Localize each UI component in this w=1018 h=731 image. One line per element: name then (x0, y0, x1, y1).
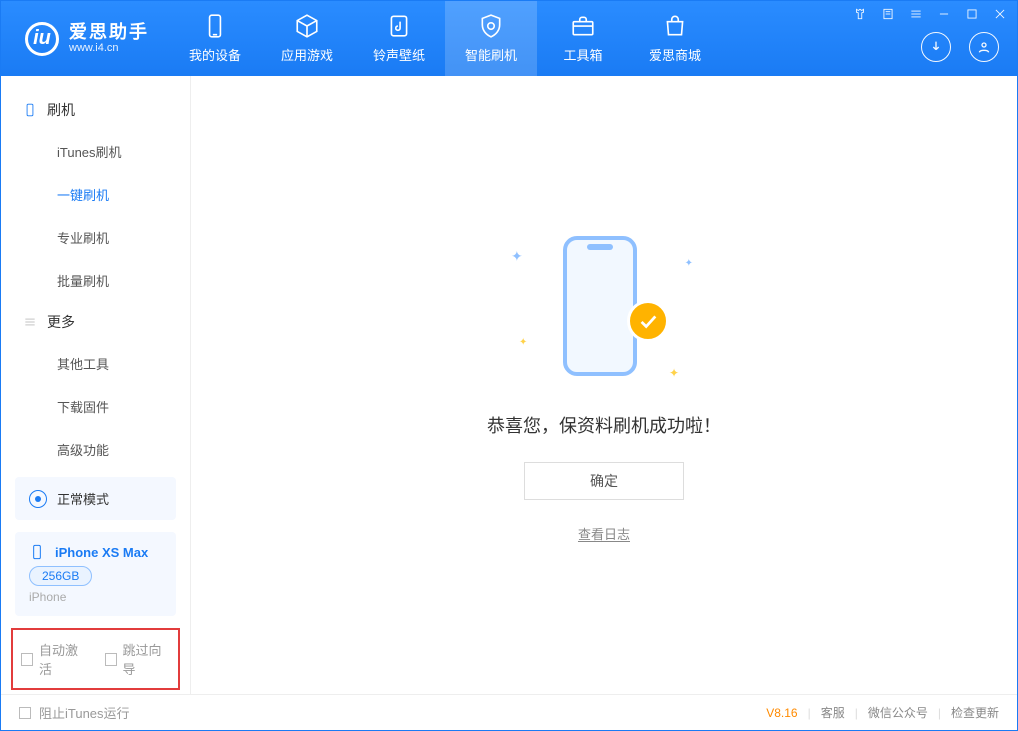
minimize-icon[interactable] (937, 7, 951, 21)
link-support[interactable]: 客服 (821, 704, 845, 721)
logo-icon: iu (25, 22, 59, 56)
tab-label: 应用游戏 (281, 45, 333, 64)
menu-icon[interactable] (909, 7, 923, 21)
cube-icon (294, 13, 320, 39)
main-tabs: 我的设备 应用游戏 铃声壁纸 智能刷机 工具箱 爱思商城 (169, 1, 721, 76)
options-highlight: 自动激活 跳过向导 (11, 628, 180, 690)
sidebar-item-download-firmware[interactable]: 下载固件 (1, 385, 190, 428)
header-right-icons (921, 32, 999, 62)
sidebar-item-batch-flash[interactable]: 批量刷机 (1, 259, 190, 302)
device-name: iPhone XS Max (55, 545, 148, 560)
app-window: iu 爱思助手 www.i4.cn 我的设备 应用游戏 铃声壁纸 智能刷机 (0, 0, 1018, 731)
bag-icon (662, 13, 688, 39)
tab-label: 工具箱 (563, 45, 602, 64)
toolbox-icon (570, 13, 596, 39)
tab-label: 智能刷机 (465, 45, 517, 64)
checkbox-skip-guide[interactable]: 跳过向导 (105, 640, 171, 678)
mode-dot-icon (29, 490, 47, 508)
titlebar: iu 爱思助手 www.i4.cn 我的设备 应用游戏 铃声壁纸 智能刷机 (1, 1, 1017, 76)
device-card[interactable]: iPhone XS Max 256GB iPhone (15, 532, 176, 616)
tab-label: 爱思商城 (649, 45, 701, 64)
device-capacity: 256GB (29, 566, 92, 586)
app-url: www.i4.cn (69, 42, 149, 54)
sparkle-icon: ✦ (669, 366, 679, 380)
note-icon[interactable] (881, 7, 895, 21)
sparkle-icon: ✦ (685, 258, 693, 269)
mode-label: 正常模式 (57, 489, 109, 508)
list-icon (23, 315, 37, 329)
view-log-link[interactable]: 查看日志 (578, 524, 630, 543)
phone-illustration-icon (563, 236, 637, 376)
device-icon (202, 13, 228, 39)
tab-label: 铃声壁纸 (373, 45, 425, 64)
section-more: 更多 (1, 302, 190, 342)
sidebar-item-oneclick-flash[interactable]: 一键刷机 (1, 173, 190, 216)
device-type: iPhone (29, 590, 162, 604)
checkbox-block-itunes[interactable]: 阻止iTunes运行 (19, 703, 130, 722)
checkbox-icon (19, 707, 31, 719)
main-content: ✦ ✦ ✦ ✦ 恭喜您，保资料刷机成功啦！ 确定 查看日志 (191, 76, 1017, 694)
sidebar-item-itunes-flash[interactable]: iTunes刷机 (1, 130, 190, 173)
close-icon[interactable] (993, 7, 1007, 21)
window-controls (853, 7, 1007, 21)
user-icon[interactable] (969, 32, 999, 62)
tab-store[interactable]: 爱思商城 (629, 1, 721, 76)
success-message: 恭喜您，保资料刷机成功啦！ (487, 412, 721, 438)
music-file-icon (386, 13, 412, 39)
checkbox-icon (105, 653, 117, 666)
shield-refresh-icon (478, 13, 504, 39)
tab-smart-flash[interactable]: 智能刷机 (445, 1, 537, 76)
sidebar-item-pro-flash[interactable]: 专业刷机 (1, 216, 190, 259)
mode-card[interactable]: 正常模式 (15, 477, 176, 520)
maximize-icon[interactable] (965, 7, 979, 21)
version-label: V8.16 (766, 706, 797, 720)
tab-label: 我的设备 (189, 45, 241, 64)
tab-my-device[interactable]: 我的设备 (169, 1, 261, 76)
download-icon[interactable] (921, 32, 951, 62)
logo: iu 爱思助手 www.i4.cn (1, 22, 169, 56)
sidebar-item-other-tools[interactable]: 其他工具 (1, 342, 190, 385)
sidebar: 刷机 iTunes刷机 一键刷机 专业刷机 批量刷机 更多 其他工具 下载固件 … (1, 76, 191, 694)
app-name: 爱思助手 (69, 23, 149, 43)
ok-button[interactable]: 确定 (524, 462, 684, 500)
shirt-icon[interactable] (853, 7, 867, 21)
phone-icon (23, 103, 37, 117)
success-illustration: ✦ ✦ ✦ ✦ (519, 228, 689, 388)
checkbox-auto-activate[interactable]: 自动激活 (21, 640, 87, 678)
body: 刷机 iTunes刷机 一键刷机 专业刷机 批量刷机 更多 其他工具 下载固件 … (1, 76, 1017, 694)
tab-ringtones[interactable]: 铃声壁纸 (353, 1, 445, 76)
link-check-update[interactable]: 检查更新 (951, 704, 999, 721)
section-flash: 刷机 (1, 90, 190, 130)
tab-toolbox[interactable]: 工具箱 (537, 1, 629, 76)
sidebar-item-advanced[interactable]: 高级功能 (1, 428, 190, 471)
tab-apps[interactable]: 应用游戏 (261, 1, 353, 76)
device-small-icon (29, 544, 45, 560)
sparkle-icon: ✦ (519, 337, 527, 348)
link-wechat[interactable]: 微信公众号 (868, 704, 928, 721)
checkbox-icon (21, 653, 33, 666)
success-check-icon (627, 300, 669, 342)
sparkle-icon: ✦ (511, 248, 523, 265)
statusbar: 阻止iTunes运行 V8.16 | 客服 | 微信公众号 | 检查更新 (1, 694, 1017, 730)
